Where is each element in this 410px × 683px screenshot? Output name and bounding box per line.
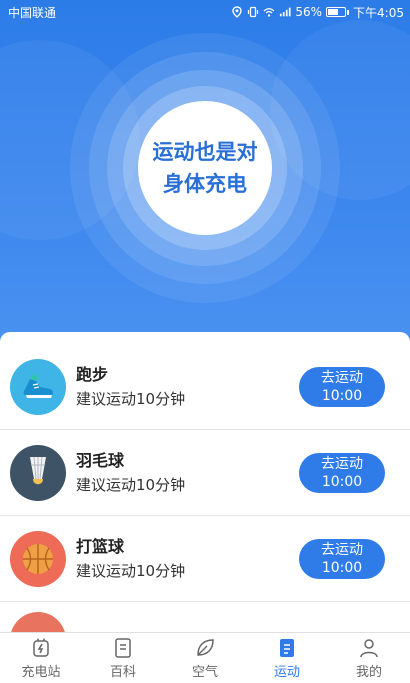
- tab-label: 空气: [191, 664, 218, 680]
- slogan-line-2: 身体充电: [163, 172, 247, 196]
- button-label: 去运动: [321, 455, 363, 472]
- go-exercise-button[interactable]: 去运动 10:00: [299, 366, 385, 407]
- tab-charging-station[interactable]: 充电站: [0, 637, 82, 680]
- person-icon: [360, 638, 378, 657]
- bottom-tab-bar: 充电站 百科 空气 运动 我的: [0, 632, 410, 683]
- activity-list: 跑步 建议运动10分钟 去运动 10:00 羽毛球 建议运动10分钟 去运动 1: [0, 332, 410, 632]
- charging-station-icon: [33, 638, 49, 657]
- activity-row-partial[interactable]: [0, 602, 410, 632]
- activity-row-badminton[interactable]: 羽毛球 建议运动10分钟 去运动 10:00: [0, 430, 410, 516]
- battery-icon: [326, 7, 350, 17]
- carrier-label: 中国联通: [8, 5, 57, 20]
- activity-name: 打篮球: [76, 536, 125, 556]
- tab-label: 运动: [273, 664, 300, 680]
- tab-label: 充电站: [21, 664, 61, 680]
- button-time: 10:00: [321, 559, 363, 576]
- activity-name: 羽毛球: [76, 450, 125, 470]
- notebook-icon: [280, 638, 294, 657]
- tab-label: 我的: [355, 664, 382, 680]
- activity-row-basketball[interactable]: 打篮球 建议运动10分钟 去运动 10:00: [0, 516, 410, 602]
- status-bar: 中国联通 56% 下午4:05: [0, 0, 410, 24]
- wifi-icon: [263, 8, 275, 17]
- slogan-line-1: 运动也是对: [152, 140, 258, 164]
- activity-desc: 建议运动10分钟: [76, 561, 186, 580]
- activity-icon: [10, 612, 66, 632]
- tab-label: 百科: [109, 664, 136, 680]
- signal-icon: [280, 7, 291, 17]
- tab-encyclopedia[interactable]: 百科: [82, 637, 164, 680]
- button-time: 10:00: [321, 387, 363, 404]
- button-time: 10:00: [321, 473, 363, 490]
- running-shoe-icon: [10, 358, 66, 415]
- clock-label: 下午4:05: [353, 5, 404, 20]
- button-label: 去运动: [321, 369, 363, 386]
- go-exercise-button[interactable]: 去运动 10:00: [299, 452, 385, 493]
- tab-mine[interactable]: 我的: [328, 637, 410, 680]
- tab-sport[interactable]: 运动: [246, 637, 328, 680]
- basketball-icon: [10, 530, 66, 587]
- activity-name: 跑步: [76, 364, 109, 384]
- activity-desc: 建议运动10分钟: [76, 475, 186, 494]
- vibrate-icon: [248, 6, 259, 18]
- battery-percent: 56%: [295, 5, 323, 19]
- button-label: 去运动: [321, 541, 363, 558]
- tab-air[interactable]: 空气: [164, 637, 246, 680]
- location-icon: [232, 6, 243, 18]
- hero-slogan-circle: 运动也是对 身体充电: [138, 101, 272, 235]
- activity-row-running[interactable]: 跑步 建议运动10分钟 去运动 10:00: [0, 344, 410, 430]
- document-icon: [115, 637, 131, 658]
- hero-banner: 中国联通 56% 下午4:05 运动也是对 身体充电: [0, 0, 410, 345]
- leaf-icon: [197, 638, 214, 656]
- activity-desc: 建议运动10分钟: [76, 389, 186, 408]
- go-exercise-button[interactable]: 去运动 10:00: [299, 538, 385, 579]
- shuttlecock-icon: [10, 444, 66, 501]
